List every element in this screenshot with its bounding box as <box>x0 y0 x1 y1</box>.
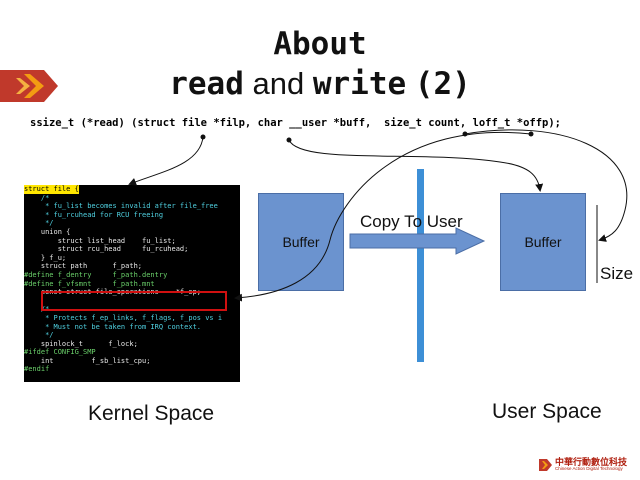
kernel-space-label: Kernel Space <box>88 402 215 425</box>
filp-to-struct-arrow <box>128 136 204 186</box>
user-space-label: User Space <box>492 400 602 423</box>
company-logo: 中華行動數位科技 Chinese Action Digital Technolo… <box>539 455 634 475</box>
copy-to-user-label: Copy To User <box>360 212 463 231</box>
buff-to-user-buffer-arrow <box>288 139 544 192</box>
count-to-size-arrow <box>464 129 628 242</box>
size-label: Size <box>600 264 634 283</box>
company-name-english: Chinese Action Digital Technology <box>555 466 623 471</box>
company-logo-icon <box>539 459 552 471</box>
